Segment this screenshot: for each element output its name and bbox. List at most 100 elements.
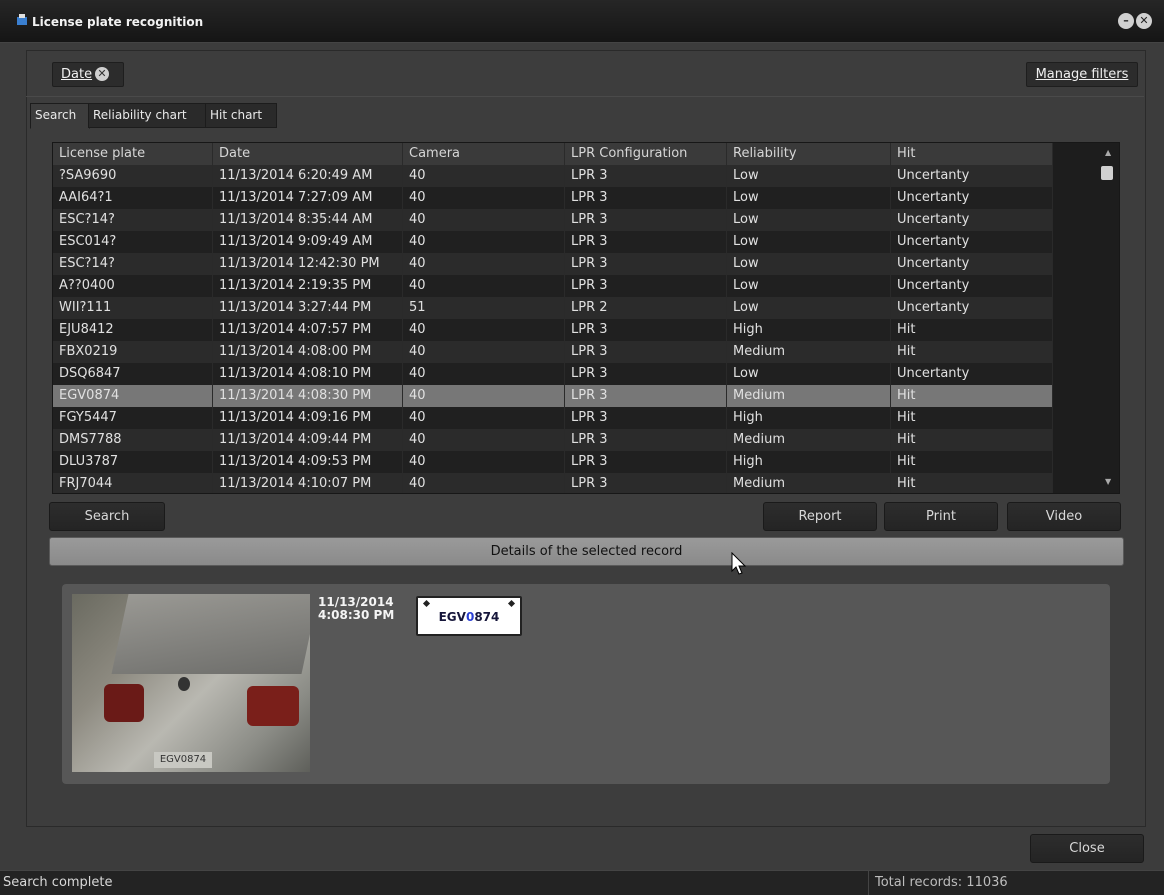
cell-hit: Hit	[891, 385, 1053, 407]
column-header-lpr-configuration[interactable]: LPR Configuration	[565, 143, 727, 165]
table-row[interactable]: ?SA9690 11/13/2014 6:20:49 AM 40 LPR 3 Low Un…	[53, 165, 1053, 187]
column-header-license-plate[interactable]: License plate	[53, 143, 213, 165]
cell-license-plate: ESC014?	[53, 231, 213, 253]
minimize-icon[interactable]: –	[1118, 13, 1134, 29]
status-bar: Search complete Total records: 11036	[0, 870, 1164, 895]
cell-lpr-configuration: LPR 3	[565, 165, 727, 187]
table-row[interactable]: FRJ7044 11/13/2014 4:10:07 PM 40 LPR 3 Mediu…	[53, 473, 1053, 493]
cell-hit: Uncertanty	[891, 231, 1053, 253]
cell-lpr-configuration: LPR 2	[565, 297, 727, 319]
table-row[interactable]: EGV0874 11/13/2014 4:08:30 PM 40 LPR 3 Mediu…	[53, 385, 1053, 407]
cell-reliability: Low	[727, 209, 891, 231]
filter-chip-label[interactable]: Date	[61, 67, 92, 82]
cell-lpr-configuration: LPR 3	[565, 253, 727, 275]
table-row[interactable]: FGY5447 11/13/2014 4:09:16 PM 40 LPR 3 High H…	[53, 407, 1053, 429]
scroll-down-icon[interactable]: ▼	[1105, 477, 1111, 486]
cell-camera: 40	[403, 275, 565, 297]
cell-date: 11/13/2014 4:08:00 PM	[213, 341, 403, 363]
close-button[interactable]: Close	[1030, 834, 1144, 863]
table-row[interactable]: DSQ6847 11/13/2014 4:08:10 PM 40 LPR 3 Low Un…	[53, 363, 1053, 385]
cell-hit: Hit	[891, 473, 1053, 493]
cell-camera: 40	[403, 319, 565, 341]
cell-reliability: High	[727, 319, 891, 341]
cell-lpr-configuration: LPR 3	[565, 275, 727, 297]
cell-camera: 40	[403, 473, 565, 493]
cell-license-plate: FRJ7044	[53, 473, 213, 493]
table-row[interactable]: ESC014? 11/13/2014 9:09:49 AM 40 LPR 3 Low Un…	[53, 231, 1053, 253]
search-button[interactable]: Search	[49, 502, 165, 531]
cell-camera: 40	[403, 407, 565, 429]
window-title: License plate recognition	[32, 15, 204, 29]
cell-reliability: Low	[727, 275, 891, 297]
vehicle-photo-plate: EGV0874	[154, 752, 212, 768]
video-button[interactable]: Video	[1007, 502, 1121, 531]
cell-lpr-configuration: LPR 3	[565, 429, 727, 451]
table-row[interactable]: ESC?14? 11/13/2014 12:42:30 PM 40 LPR 3 Low U…	[53, 253, 1053, 275]
column-header-camera[interactable]: Camera	[403, 143, 565, 165]
cell-reliability: Low	[727, 253, 891, 275]
column-header-date[interactable]: Date	[213, 143, 403, 165]
cell-license-plate: A??0400	[53, 275, 213, 297]
cell-license-plate: ESC?14?	[53, 209, 213, 231]
tab-search[interactable]: Search	[30, 103, 90, 129]
tab-reliability-chart[interactable]: Reliability chart	[88, 103, 206, 128]
cell-date: 11/13/2014 4:09:16 PM	[213, 407, 403, 429]
table-scrollbar[interactable]: ▲ ▼	[1053, 143, 1119, 493]
filter-chip-date[interactable]: Date ✕	[52, 62, 124, 87]
cell-date: 11/13/2014 4:10:07 PM	[213, 473, 403, 493]
vehicle-taillight-right	[247, 686, 299, 726]
table-row[interactable]: FBX0219 11/13/2014 4:08:00 PM 40 LPR 3 Mediu…	[53, 341, 1053, 363]
scroll-up-icon[interactable]: ▲	[1105, 148, 1111, 157]
plate-text-suffix: 874	[474, 610, 500, 624]
cell-camera: 40	[403, 385, 565, 407]
column-header-reliability[interactable]: Reliability	[727, 143, 891, 165]
table-row[interactable]: DLU3787 11/13/2014 4:09:53 PM 40 LPR 3 High H…	[53, 451, 1053, 473]
table-row[interactable]: AAI64?1 11/13/2014 7:27:09 AM 40 LPR 3 Low Un…	[53, 187, 1053, 209]
remove-filter-icon[interactable]: ✕	[95, 67, 109, 81]
report-button[interactable]: Report	[763, 502, 877, 531]
cell-reliability: Low	[727, 187, 891, 209]
scroll-thumb[interactable]	[1101, 166, 1113, 180]
title-bar: License plate recognition – ✕	[0, 0, 1164, 43]
table-row[interactable]: EJU8412 11/13/2014 4:07:57 PM 40 LPR 3 High H…	[53, 319, 1053, 341]
cell-license-plate: FGY5447	[53, 407, 213, 429]
cell-lpr-configuration: LPR 3	[565, 341, 727, 363]
plate-bolt-icon	[422, 599, 431, 608]
mouse-cursor-icon	[731, 552, 747, 575]
cell-camera: 40	[403, 341, 565, 363]
details-toggle-bar[interactable]: Details of the selected record	[49, 537, 1124, 566]
cell-date: 11/13/2014 12:42:30 PM	[213, 253, 403, 275]
manage-filters-button[interactable]: Manage filters	[1026, 62, 1138, 87]
table-row[interactable]: WII?111 11/13/2014 3:27:44 PM 51 LPR 2 Low Un…	[53, 297, 1053, 319]
cell-date: 11/13/2014 6:20:49 AM	[213, 165, 403, 187]
plate-text-prefix: EGV	[438, 610, 466, 624]
cell-lpr-configuration: LPR 3	[565, 209, 727, 231]
column-header-hit[interactable]: Hit	[891, 143, 1053, 165]
cell-license-plate: EGV0874	[53, 385, 213, 407]
cell-license-plate: AAI64?1	[53, 187, 213, 209]
cell-hit: Hit	[891, 341, 1053, 363]
vehicle-taillight-left	[104, 684, 144, 722]
cell-camera: 40	[403, 209, 565, 231]
cell-lpr-configuration: LPR 3	[565, 385, 727, 407]
cell-date: 11/13/2014 4:09:53 PM	[213, 451, 403, 473]
close-icon[interactable]: ✕	[1136, 13, 1152, 29]
filter-bar: Date ✕ Manage filters	[26, 50, 1144, 97]
table-row[interactable]: A??0400 11/13/2014 2:19:35 PM 40 LPR 3 Low Un…	[53, 275, 1053, 297]
cell-reliability: Low	[727, 231, 891, 253]
cell-reliability: Low	[727, 297, 891, 319]
plate-text: EGV0874	[418, 610, 520, 624]
cell-license-plate: DSQ6847	[53, 363, 213, 385]
cell-hit: Hit	[891, 407, 1053, 429]
cell-lpr-configuration: LPR 3	[565, 407, 727, 429]
cell-reliability: Medium	[727, 341, 891, 363]
results-table[interactable]: License plate Date Camera LPR Configurat…	[52, 142, 1120, 494]
table-row[interactable]: DMS7788 11/13/2014 4:09:44 PM 40 LPR 3 Mediu…	[53, 429, 1053, 451]
table-row[interactable]: ESC?14? 11/13/2014 8:35:44 AM 40 LPR 3 Low Un…	[53, 209, 1053, 231]
cell-license-plate: DMS7788	[53, 429, 213, 451]
tab-hit-chart[interactable]: Hit chart	[205, 103, 277, 128]
cell-lpr-configuration: LPR 3	[565, 231, 727, 253]
print-button[interactable]: Print	[884, 502, 998, 531]
cell-date: 11/13/2014 4:08:10 PM	[213, 363, 403, 385]
cell-license-plate: ESC?14?	[53, 253, 213, 275]
